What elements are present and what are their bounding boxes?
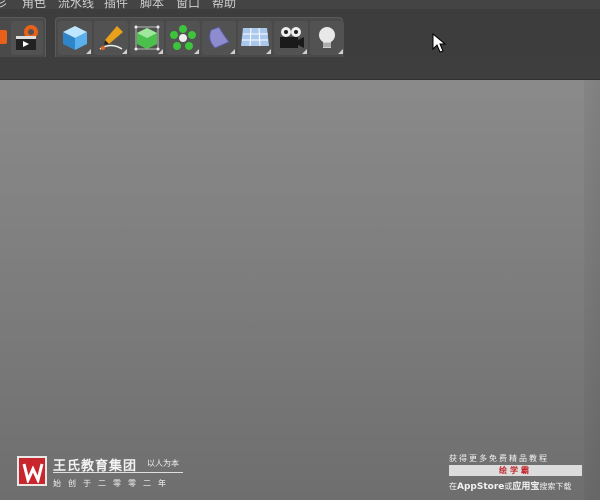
dropdown-corner-icon (230, 49, 235, 54)
menubar: 彡 角色 流水线 插件 脚本 窗口 帮助 (0, 0, 600, 9)
brand-founded: 始创于二零零二年 (53, 479, 173, 488)
promo-app-name: 绘学霸 (449, 465, 582, 476)
promo-suffix: 搜索下载 (539, 482, 572, 491)
dropdown-corner-icon (266, 49, 271, 54)
dropdown-corner-icon (302, 49, 307, 54)
menu-item-plugins[interactable]: 插件 (104, 0, 128, 9)
dropdown-corner-icon (338, 49, 343, 54)
render-to-picture-viewer-button[interactable] (11, 21, 43, 55)
create-toolbar-group (55, 17, 344, 61)
viewport-scroll-edge (584, 80, 600, 500)
menu-item-pipeline[interactable]: 流水线 (58, 0, 94, 9)
dropdown-corner-icon (86, 49, 91, 54)
promo-prefix: 在 (449, 482, 457, 491)
promo-store-yingyongbao: 应用宝 (512, 482, 540, 492)
menu-item-mograph[interactable]: 彡 (0, 0, 8, 9)
mouse-cursor-icon (432, 32, 447, 57)
menu-item-script[interactable]: 脚本 (140, 0, 164, 9)
subdivision-surface-button[interactable] (130, 21, 164, 55)
promo-store-appstore: AppStore (457, 482, 505, 492)
render-toolbar-group (0, 17, 46, 61)
brand-divider (53, 472, 183, 473)
pen-button[interactable] (94, 21, 128, 55)
menu-item-window[interactable]: 窗口 (176, 0, 200, 9)
brand-logo (17, 456, 47, 486)
light-button[interactable] (310, 21, 344, 55)
promo-tagline: 获得更多免费精品教程 (449, 454, 549, 463)
main-toolbar (0, 9, 600, 61)
menu-item-help[interactable]: 帮助 (212, 0, 236, 9)
dropdown-corner-icon (122, 49, 127, 54)
array-button[interactable] (166, 21, 200, 55)
floor-button[interactable] (238, 21, 272, 55)
camera-button[interactable] (274, 21, 308, 55)
mode-bar (0, 57, 600, 80)
menu-item-character[interactable]: 角色 (22, 0, 46, 9)
dropdown-corner-icon (158, 49, 163, 54)
promo-download-text: 在AppStore或应用宝搜索下载 (449, 479, 571, 492)
cube-button[interactable] (58, 21, 92, 55)
brand-slogan: 以人为本 (147, 459, 179, 468)
viewport[interactable] (0, 80, 600, 500)
dropdown-corner-icon (194, 49, 199, 54)
bend-deformer-button[interactable] (202, 21, 236, 55)
render-settings-button[interactable] (0, 21, 11, 55)
